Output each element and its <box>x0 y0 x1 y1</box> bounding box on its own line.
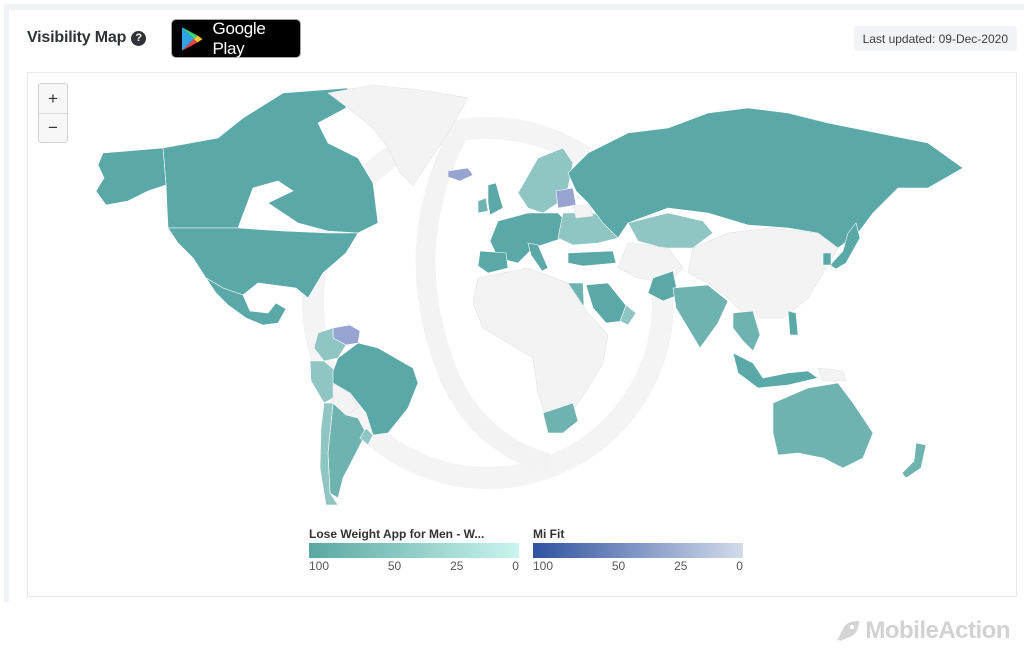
country-australia[interactable] <box>772 382 874 469</box>
question-circle-icon[interactable]: ? <box>131 30 147 46</box>
country-canada[interactable] <box>162 87 379 234</box>
rocket-icon <box>836 621 860 641</box>
legend-title: Mi Fit <box>533 527 565 541</box>
title-text: Visibility Map <box>27 29 127 46</box>
legend-gradient-bar <box>309 543 519 558</box>
mobileaction-watermark: MobileAction <box>835 617 1010 645</box>
country-ireland[interactable] <box>477 197 489 214</box>
page-title: Visibility Map ? <box>27 29 147 47</box>
country-new-zealand[interactable] <box>901 442 927 479</box>
legend-tick: 0 <box>512 559 519 573</box>
last-updated-badge: Last updated: 09-Dec-2020 <box>853 26 1017 51</box>
country-belarus[interactable] <box>572 204 594 219</box>
legend-tick: 0 <box>736 559 743 573</box>
country-italy[interactable] <box>527 242 549 272</box>
country-alaska[interactable] <box>95 147 167 206</box>
store-badge-label: Google Play <box>212 18 266 58</box>
legend-ticks: 100 50 25 0 <box>309 559 519 573</box>
legend-app1: Lose Weight App for Men - W... 100 50 25… <box>309 527 519 573</box>
zoom-out-button[interactable]: − <box>39 113 67 142</box>
legend-tick: 100 <box>309 559 330 573</box>
watermark-label: MobileAction <box>865 617 1010 644</box>
country-philippines[interactable] <box>787 310 799 336</box>
world-map-svg <box>95 84 964 506</box>
legend-app2: Mi Fit 100 50 25 0 <box>533 527 743 573</box>
google-play-icon <box>181 26 203 51</box>
country-russia[interactable] <box>567 107 964 249</box>
country-india[interactable] <box>672 284 729 349</box>
country-south-korea[interactable] <box>822 252 832 266</box>
legend-title: Lose Weight App for Men - W... <box>309 527 485 541</box>
legend-tick: 100 <box>533 559 554 573</box>
country-united-states[interactable] <box>167 227 359 299</box>
legend-gradient-bar <box>533 543 743 558</box>
country-iberia[interactable] <box>477 250 509 274</box>
world-map[interactable]: + − Lose Weight App for Men - W... 100 5… <box>27 72 1017 597</box>
legend-tick: 50 <box>611 559 626 573</box>
country-papua-new-guinea[interactable] <box>817 367 847 382</box>
country-united-kingdom[interactable] <box>487 182 504 216</box>
country-turkey[interactable] <box>567 250 617 267</box>
legend-tick: 50 <box>387 559 402 573</box>
google-play-store-button[interactable]: Google Play <box>171 19 301 58</box>
legend-ticks: 100 50 25 0 <box>533 559 743 573</box>
zoom-in-button[interactable]: + <box>39 84 67 113</box>
legend-tick: 25 <box>674 559 688 573</box>
country-indonesia[interactable] <box>732 352 819 389</box>
legend-tick: 25 <box>450 559 464 573</box>
zoom-control: + − <box>38 83 68 143</box>
